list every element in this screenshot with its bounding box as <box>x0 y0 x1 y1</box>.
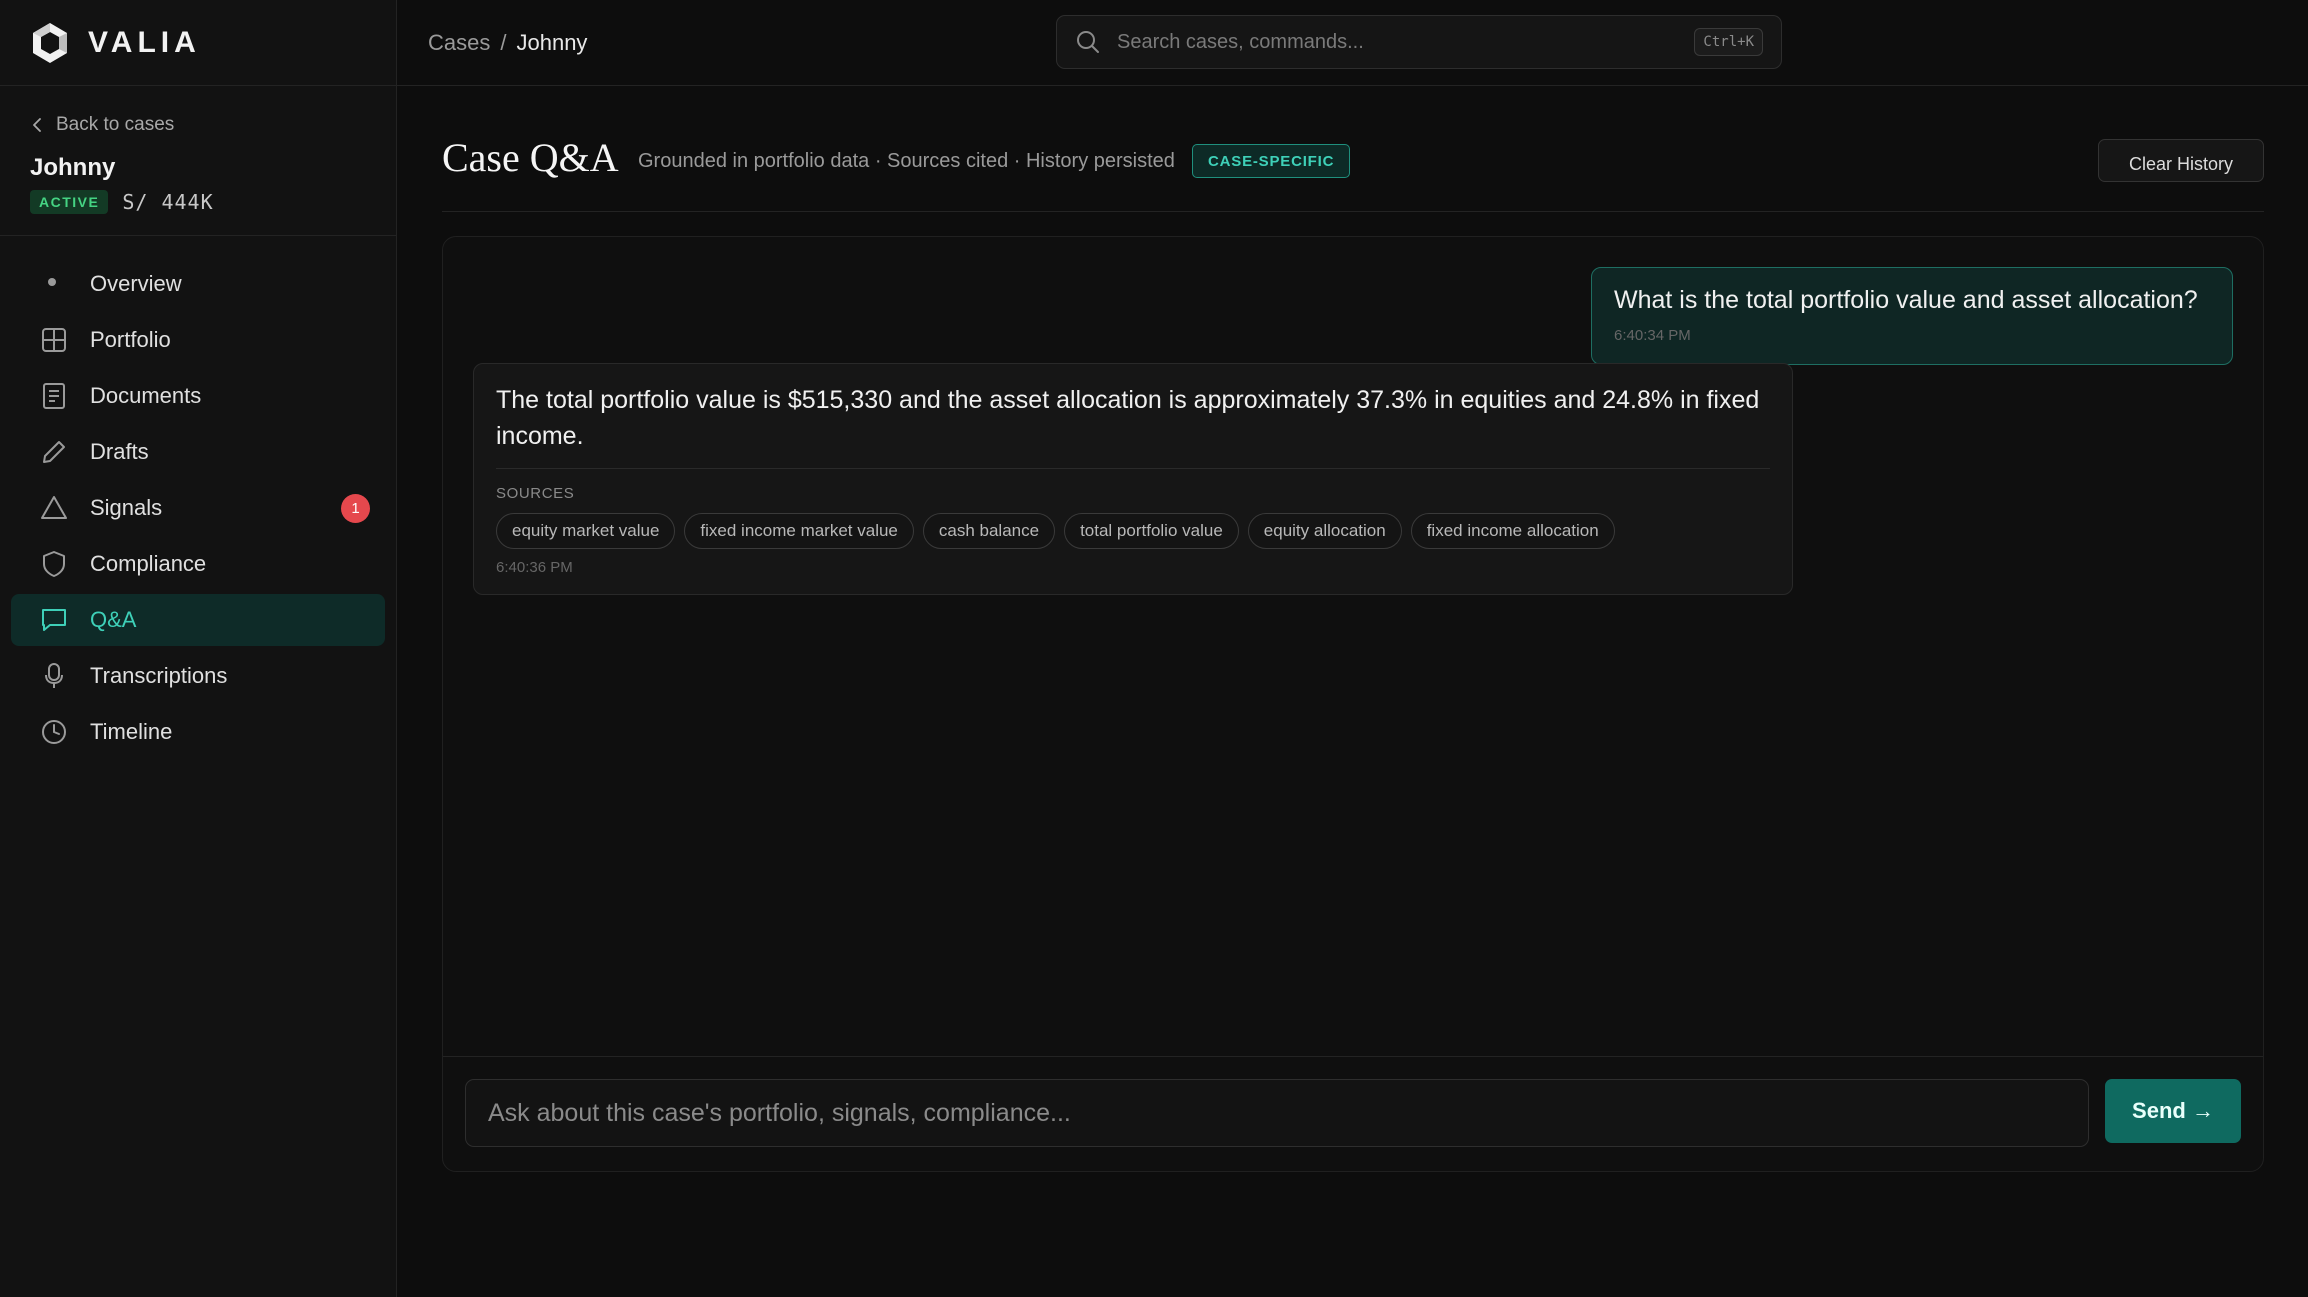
sidebar-item-label: Documents <box>90 383 202 408</box>
sidebar-item-label: Transcriptions <box>90 663 228 688</box>
sidebar-item-label: Drafts <box>90 439 149 464</box>
brand-name: VALIA <box>88 25 201 59</box>
assistant-message: The total portfolio value is $515,330 an… <box>473 363 1793 595</box>
send-button[interactable]: Send → <box>2105 1079 2241 1143</box>
search-bar[interactable]: Ctrl+K <box>1056 15 1782 69</box>
source-chip[interactable]: fixed income allocation <box>1410 513 1615 549</box>
sources-section: SOURCES equity market value fixed income… <box>496 468 1770 549</box>
sidebar-item-label: Compliance <box>90 551 207 576</box>
signals-count-badge: 1 <box>341 494 370 523</box>
breadcrumb-cases-link[interactable]: Cases <box>428 30 490 56</box>
user-message-text: What is the total portfolio value and as… <box>1614 286 2198 314</box>
source-chip[interactable]: cash balance <box>922 513 1056 549</box>
question-input[interactable] <box>465 1079 2089 1147</box>
source-chip[interactable]: equity allocation <box>1247 513 1402 549</box>
page-subtitle: Grounded in portfolio data · Sources cit… <box>638 150 1175 172</box>
sidebar-item-label: Q&A <box>90 607 137 632</box>
sidebar-item-drafts[interactable]: Drafts <box>11 426 385 478</box>
shield-icon <box>40 550 68 578</box>
sidebar-item-timeline[interactable]: Timeline <box>11 706 385 758</box>
triangle-icon <box>40 494 68 522</box>
sidebar-item-portfolio[interactable]: Portfolio <box>11 314 385 366</box>
sidebar-item-signals[interactable]: Signals 1 <box>11 482 385 534</box>
breadcrumb-current: Johnny <box>516 30 588 55</box>
source-chip[interactable]: equity market value <box>496 513 676 549</box>
main-content: Case Q&A Grounded in portfolio data · So… <box>397 86 2308 1297</box>
clock-icon <box>40 718 68 746</box>
case-specific-tag: CASE-SPECIFIC <box>1192 144 1351 178</box>
dot-icon <box>40 270 68 298</box>
source-chips: equity market value fixed income market … <box>496 513 1770 549</box>
sidebar-item-overview[interactable]: Overview <box>11 258 385 310</box>
sidebar-item-documents[interactable]: Documents <box>11 370 385 422</box>
sidebar-item-label: Portfolio <box>90 327 171 352</box>
case-code: S/ 444K <box>122 190 214 214</box>
microphone-icon <box>40 662 68 690</box>
source-chip[interactable]: fixed income market value <box>684 513 914 549</box>
page-title: Case Q&A <box>442 135 619 180</box>
chat-icon <box>40 606 68 634</box>
brand[interactable]: VALIA <box>0 0 396 86</box>
sidebar: VALIA Back to cases Johnny ACTIVE S/ 444… <box>0 0 397 1297</box>
sidebar-item-label: Overview <box>90 271 182 296</box>
sidebar-item-label: Timeline <box>90 719 173 744</box>
clear-history-button[interactable]: Clear History <box>2097 139 2264 182</box>
back-to-cases-label: Back to cases <box>56 114 175 135</box>
sidebar-item-compliance[interactable]: Compliance <box>11 538 385 590</box>
breadcrumb-separator: / <box>500 30 507 55</box>
grid-icon <box>40 326 68 354</box>
assistant-message-text: The total portfolio value is $515,330 an… <box>496 386 1760 450</box>
assistant-message-timestamp: 6:40:36 PM <box>496 559 573 576</box>
search-input[interactable] <box>1115 29 1681 55</box>
message-composer: Send → <box>443 1056 2263 1171</box>
page-header: Case Q&A Grounded in portfolio data · So… <box>442 86 2264 212</box>
breadcrumb: Cases / Johnny <box>428 30 587 56</box>
top-bar: Cases / Johnny Ctrl+K <box>397 0 2308 86</box>
case-meta: ACTIVE S/ 444K <box>30 190 396 214</box>
sidebar-item-label: Signals <box>90 495 163 520</box>
search-icon <box>1077 31 1099 53</box>
search-shortcut-hint: Ctrl+K <box>1694 28 1763 56</box>
chat-panel: What is the total portfolio value and as… <box>442 236 2264 1172</box>
sidebar-item-transcriptions[interactable]: Transcriptions <box>11 650 385 702</box>
valia-logo-icon <box>33 22 67 63</box>
sidebar-nav: Overview Portfolio Documents Drafts Sign… <box>0 236 396 758</box>
chevron-left-icon <box>33 118 41 132</box>
case-name: Johnny <box>30 154 116 181</box>
user-message-timestamp: 6:40:34 PM <box>1614 327 1691 344</box>
back-to-cases-link[interactable]: Back to cases <box>30 114 396 136</box>
document-icon <box>40 382 68 410</box>
sidebar-item-qa[interactable]: Q&A <box>11 594 385 646</box>
sources-label: SOURCES <box>496 485 575 502</box>
source-chip[interactable]: total portfolio value <box>1064 513 1239 549</box>
user-message: What is the total portfolio value and as… <box>1591 267 2233 365</box>
status-badge: ACTIVE <box>30 190 109 214</box>
pencil-icon <box>40 438 68 466</box>
case-header: Back to cases Johnny ACTIVE S/ 444K <box>0 86 396 236</box>
